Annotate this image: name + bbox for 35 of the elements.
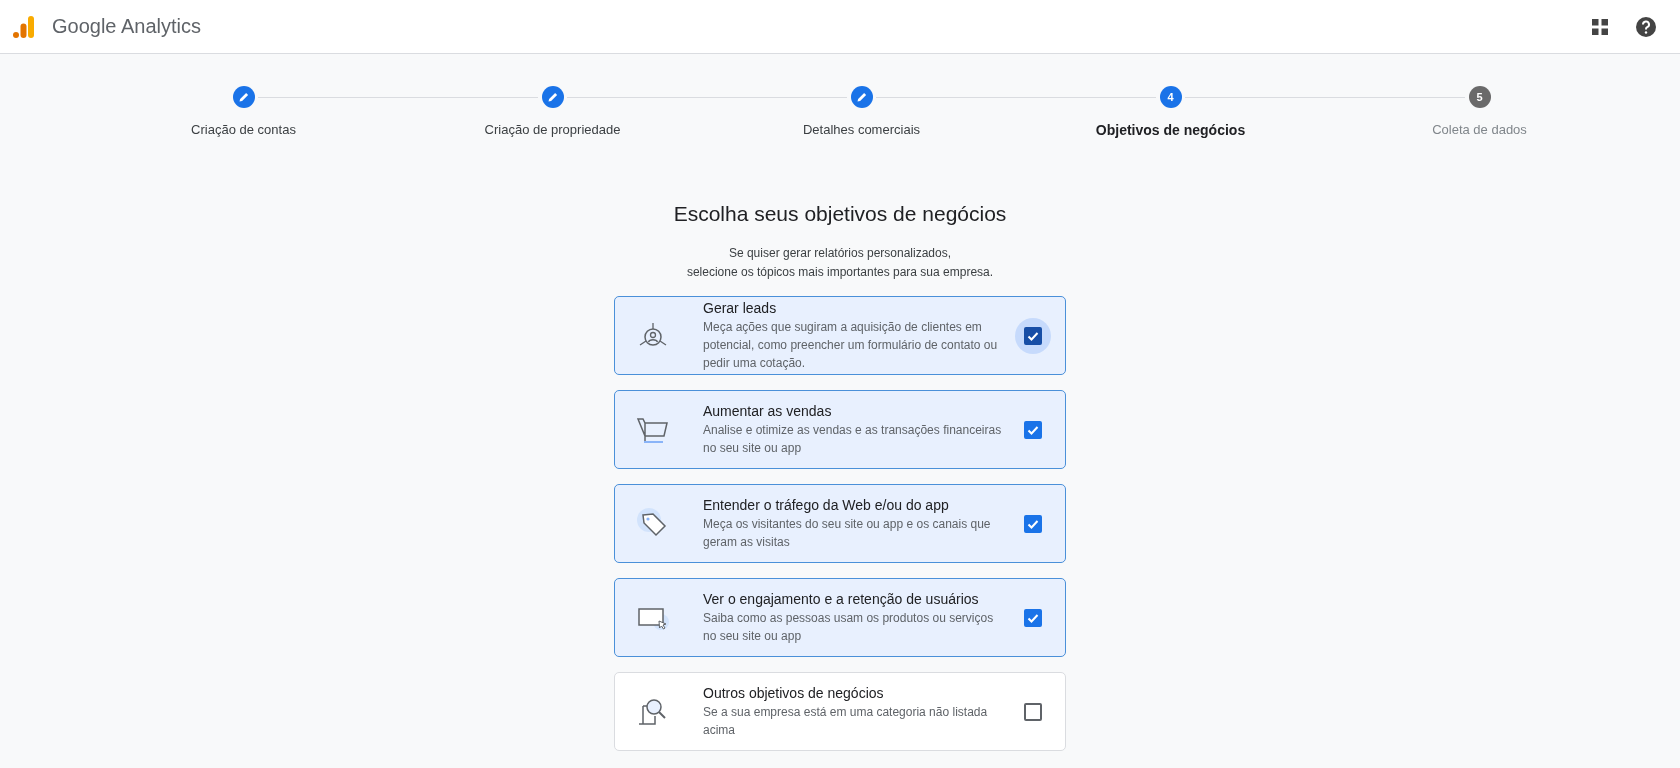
checkbox[interactable] (1024, 420, 1042, 439)
step-indicator: 5 (1468, 86, 1491, 108)
page-heading: Escolha seus objetivos de negócios (673, 202, 1007, 226)
pencil-icon (546, 91, 559, 103)
objective-card[interactable]: Aumentar as vendas Analise e otimize as vendas e as transações financeiras no seu site ou app (614, 390, 1066, 469)
pencil-icon (237, 91, 250, 103)
objective-card[interactable]: Gerar leads Meça ações que sugiram a aquisição de clientes em potencial, como preencher um formulário de contato ou pedir uma cotação. (614, 296, 1066, 375)
objective-description: Meça os visitantes do seu site ou app e os canais que geram as visitas (703, 515, 992, 551)
apps-grid-icon[interactable] (1591, 17, 1609, 36)
page-subtitle: Se quiser gerar relatórios personalizados, selecione os tópicos mais importantes para sua empresa. (686, 245, 994, 281)
step-label: Criação de contas (191, 122, 296, 137)
product-name: Google Analytics (52, 15, 201, 38)
objective-description: Se a sua empresa está em uma categoria não listada acima (703, 703, 989, 739)
objective-title: Ver o engajamento e a retenção de usuários (703, 590, 980, 607)
objective-description: Meça ações que sugiram a aquisição de clientes em potencial, como preencher um formulário de contato ou pedir uma cotação. (703, 318, 999, 372)
bar-chart-logo-icon (12, 14, 36, 39)
objective-title: Aumentar as vendas (703, 402, 833, 419)
objective-title: Gerar leads (703, 299, 778, 316)
checkbox[interactable] (1024, 702, 1042, 721)
objective-title: Outros objetivos de negócios (703, 684, 885, 701)
step-label: Coleta de dados (1432, 122, 1527, 137)
step-indicator: 4 (1159, 86, 1182, 108)
step-label: Detalhes comerciais (802, 122, 920, 137)
objective-card[interactable]: Ver o engajamento e a retenção de usuários Saiba como as pessoas usam os produtos ou serviços no seu site ou app (614, 578, 1066, 657)
objective-description: Analise e otimize as vendas e as transações financeiras no seu site ou app (703, 421, 1003, 457)
objective-card[interactable]: Entender o tráfego da Web e/ou do app Meça os visitantes do seu site ou app e os canais que geram as visitas (614, 484, 1066, 563)
checkbox[interactable] (1024, 514, 1042, 533)
help-icon[interactable] (1636, 16, 1656, 37)
objective-title: Entender o tráfego da Web e/ou do app (703, 496, 950, 513)
step-label: Objetivos de negócios (1095, 122, 1246, 138)
checkbox[interactable] (1024, 608, 1042, 627)
objective-description: Saiba como as pessoas usam os produtos ou serviços no seu site ou app (703, 609, 995, 645)
pencil-icon (855, 91, 868, 103)
step-label: Criação de propriedade (484, 122, 621, 137)
objective-card[interactable]: Outros objetivos de negócios Se a sua empresa está em uma categoria não listada acima (614, 672, 1066, 751)
